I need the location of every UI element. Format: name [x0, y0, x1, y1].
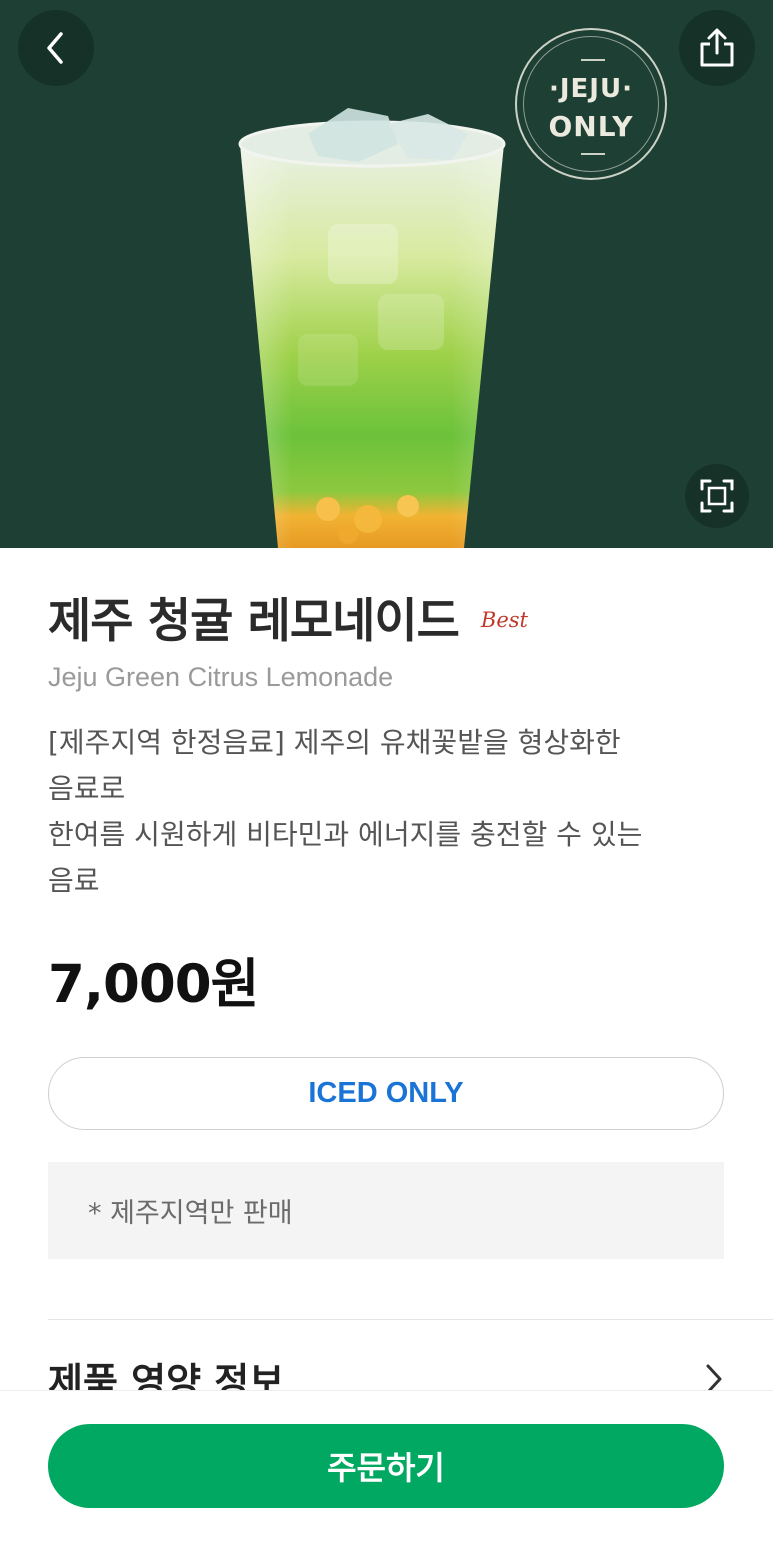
fullscreen-icon — [700, 479, 734, 513]
product-title-row: 제주 청귤 레모네이드 Best — [48, 592, 528, 652]
badge-text-line2: ONLY — [548, 110, 634, 143]
share-icon — [700, 28, 734, 67]
temperature-option[interactable]: ICED ONLY — [48, 1057, 724, 1130]
best-badge: Best — [480, 608, 528, 632]
order-button[interactable]: 주문하기 — [48, 1424, 724, 1508]
product-description: [제주지역 한정음료] 제주의 유채꽃밭을 형상화한 음료로 한여름 시원하게 … — [48, 720, 728, 904]
description-line: [제주지역 한정음료] 제주의 유채꽃밭을 형상화한 — [48, 726, 621, 759]
jeju-only-badge: ·JEJU· ONLY — [515, 28, 667, 180]
nutrition-info-row[interactable]: 제품 영양 정보 — [48, 1352, 728, 1390]
back-button[interactable] — [18, 10, 94, 86]
drink-image — [238, 108, 506, 548]
badge-text-line1: ·JEJU· — [549, 74, 633, 104]
product-name: 제주 청귤 레모네이드 — [48, 594, 460, 649]
chevron-left-icon — [47, 32, 63, 64]
nutrition-info-label: 제품 영양 정보 — [48, 1360, 285, 1390]
product-name-english: Jeju Green Citrus Lemonade — [48, 662, 394, 692]
fullscreen-button[interactable] — [685, 464, 749, 528]
description-line: 음료로 — [48, 772, 126, 805]
description-line: 한여름 시원하게 비타민과 에너지를 충전할 수 있는 — [48, 818, 643, 851]
sales-notice: * 제주지역만 판매 — [48, 1162, 724, 1259]
product-hero-image: ·JEJU· ONLY — [0, 0, 773, 548]
share-button[interactable] — [679, 10, 755, 86]
product-price: 7,000원 — [48, 954, 259, 1015]
section-divider — [48, 1319, 773, 1320]
description-line: 음료 — [48, 864, 100, 897]
